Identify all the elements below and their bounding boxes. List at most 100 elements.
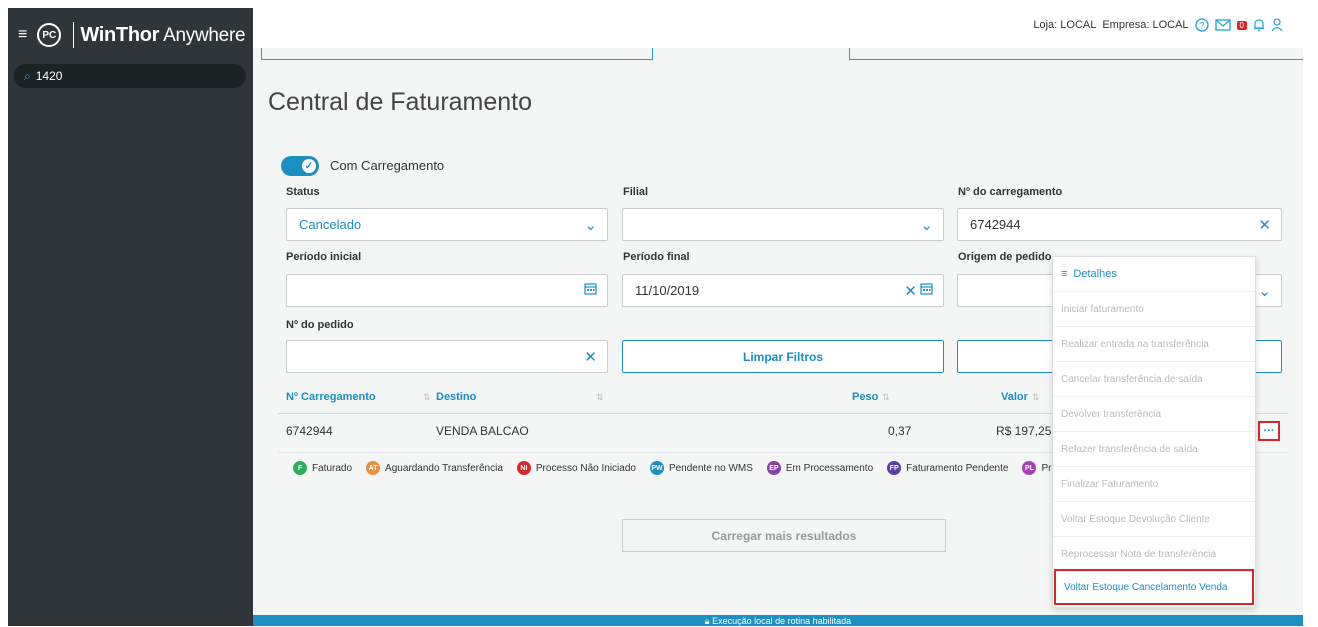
- page-title: Central de Faturamento: [268, 88, 533, 116]
- calendar-icon[interactable]: [920, 282, 933, 299]
- legend-item: FP Faturamento Pendente: [887, 461, 1008, 475]
- carregamento-value: 6742944: [970, 217, 1021, 232]
- legend-label: Faturamento Pendente: [906, 462, 1009, 474]
- pc-logo: PC: [37, 23, 62, 47]
- sort-icon[interactable]: ⇅: [592, 391, 604, 403]
- legend-badge: NI: [516, 461, 531, 475]
- load-more-button[interactable]: Carregar mais resultados: [622, 519, 946, 552]
- menu-item-voltar-estoque-cancelamento[interactable]: Voltar Estoque Cancelamento Venda: [1054, 569, 1254, 605]
- header-info: Loja: LOCAL Empresa: LOCAL ? 0: [1027, 18, 1283, 32]
- row-actions-button[interactable]: ···: [1258, 421, 1280, 441]
- brand-light: Anywhere: [163, 24, 246, 46]
- cell-carregamento: 6742944: [286, 424, 333, 438]
- sidebar: ≡ PC WinThor Anywhere ⌕ 1420: [8, 8, 253, 626]
- col-carregamento-label: Nº Carregamento: [286, 391, 376, 403]
- legend-badge: EP: [766, 461, 781, 475]
- lock-icon: 🔒︎: [704, 616, 713, 626]
- legend-badge: FP: [887, 461, 902, 475]
- clear-icon[interactable]: ✕: [584, 348, 597, 366]
- legend-item: PW Pendente no WMS: [649, 461, 753, 475]
- legend-item: NI Processo Não Iniciado: [516, 461, 636, 475]
- brand-bar: ≡ PC WinThor Anywhere: [8, 8, 253, 62]
- legend-badge: F: [293, 461, 307, 475]
- pedido-input[interactable]: ✕: [286, 340, 608, 373]
- user-icon[interactable]: [1271, 18, 1283, 32]
- periodo-inicial-label: Período inicial: [286, 251, 362, 263]
- mail-icon[interactable]: 0: [1214, 19, 1247, 31]
- sort-icon: ⇅: [1031, 392, 1040, 402]
- routine-search-input[interactable]: ⌕ 1420: [14, 64, 246, 88]
- legend-label: Pendente no WMS: [668, 462, 753, 474]
- row-actions-menu: ≡ Detalhes Iniciar faturamento Realizar e…: [1052, 256, 1256, 608]
- tab-remnant-right: [849, 48, 1303, 60]
- cell-destino: VENDA BALCAO: [436, 424, 529, 438]
- col-carregamento[interactable]: Nº Carregamento: [286, 391, 376, 403]
- col-peso[interactable]: Peso ⇅: [852, 391, 890, 403]
- sort-icon: ⇅: [882, 392, 890, 402]
- logo-divider: [73, 22, 75, 48]
- legend-badge: PL: [1022, 461, 1037, 475]
- legend-item: EP Em Processamento: [766, 461, 874, 475]
- legend-badge: PW: [649, 461, 664, 475]
- carregamento-input[interactable]: 6742944 ✕: [957, 208, 1282, 241]
- menu-item-finalizar-faturamento[interactable]: Finalizar Faturamento: [1053, 467, 1255, 502]
- col-peso-label: Peso: [852, 391, 879, 403]
- menu-item-reprocessar-nota[interactable]: Reprocessar Nota de transferência: [1053, 537, 1255, 572]
- menu-item-refazer-transferencia[interactable]: Refazer transferência de saída: [1053, 432, 1255, 467]
- legend-label: Pr: [1041, 462, 1052, 474]
- legend-label: Em Processamento: [785, 462, 874, 474]
- menu-item-iniciar-faturamento[interactable]: Iniciar faturamento: [1053, 292, 1255, 327]
- pedido-label: Nº do pedido: [286, 319, 354, 331]
- filial-select[interactable]: ⌄: [622, 208, 944, 241]
- cell-valor: R$ 197,25: [996, 424, 1052, 438]
- mail-count-badge: 0: [1236, 20, 1247, 30]
- bell-icon[interactable]: [1253, 18, 1265, 32]
- periodo-final-input[interactable]: 11/10/2019 ✕: [622, 274, 944, 307]
- menu-item-label: Detalhes: [1073, 268, 1117, 280]
- legend-label: Faturado: [312, 462, 353, 474]
- help-icon[interactable]: ?: [1194, 18, 1209, 32]
- limpar-filtros-button[interactable]: Limpar Filtros: [622, 340, 944, 373]
- legend-label: Aguardando Transferência: [385, 462, 503, 474]
- chevron-down-icon: ⌄: [1258, 283, 1271, 300]
- search-icon: ⌕: [24, 68, 31, 83]
- status-bar-text: Execução local de rotina habilitada: [712, 616, 852, 626]
- periodo-final-value: 11/10/2019: [635, 283, 700, 298]
- menu-item-realizar-entrada[interactable]: Realizar entrada na transferência: [1053, 327, 1255, 362]
- svg-text:?: ?: [1199, 21, 1204, 31]
- filial-label: Filial: [623, 186, 649, 198]
- col-valor[interactable]: Valor ⇅: [1001, 391, 1039, 403]
- com-carregamento-toggle[interactable]: ✓: [281, 156, 319, 176]
- col-valor-label: Valor: [1001, 391, 1028, 403]
- loja-label: Loja: LOCAL: [1033, 19, 1097, 31]
- menu-item-detalhes[interactable]: ≡ Detalhes: [1053, 257, 1255, 292]
- col-destino[interactable]: Destino: [436, 391, 476, 403]
- menu-item-cancelar-transferencia[interactable]: Cancelar transferência de saída: [1053, 362, 1255, 397]
- origem-label: Origem de pedido: [958, 251, 1052, 263]
- calendar-icon[interactable]: [584, 282, 597, 299]
- legend-item: PL Pr: [1022, 461, 1051, 475]
- periodo-inicial-input[interactable]: [286, 274, 608, 307]
- carregamento-label: Nº do carregamento: [958, 186, 1063, 198]
- brand-bold: WinThor: [80, 23, 160, 46]
- menu-item-voltar-estoque-devolucao[interactable]: Voltar Estoque Devolução Cliente: [1053, 502, 1255, 537]
- chevron-down-icon: ⌄: [920, 217, 933, 234]
- toggle-label: Com Carregamento: [330, 158, 445, 173]
- sort-icon[interactable]: ⇅: [419, 391, 431, 403]
- legend-badge: AT: [366, 461, 381, 475]
- app-frame: ≡ PC WinThor Anywhere ⌕ 1420 Loja: LOCAL …: [0, 0, 1318, 626]
- chevron-down-icon: ⌄: [584, 217, 597, 234]
- legend-item: F Faturado: [293, 461, 352, 475]
- menu-icon[interactable]: ≡: [18, 26, 27, 44]
- clear-icon[interactable]: ✕: [1258, 216, 1271, 234]
- search-value: 1420: [35, 69, 63, 83]
- legend-label: Processo Não Iniciado: [535, 462, 636, 474]
- menu-item-devolver-transferencia[interactable]: Devolver transferência: [1053, 397, 1255, 432]
- periodo-final-label: Período final: [623, 251, 690, 263]
- clear-icon[interactable]: ✕: [904, 282, 917, 300]
- cell-peso: 0,37: [888, 424, 912, 438]
- status-value: Cancelado: [299, 217, 362, 232]
- status-legend: F Faturado AT Aguardando Transferência NI P…: [293, 461, 1093, 475]
- status-select[interactable]: Cancelado ⌄: [286, 208, 608, 241]
- col-destino-label: Destino: [436, 391, 477, 403]
